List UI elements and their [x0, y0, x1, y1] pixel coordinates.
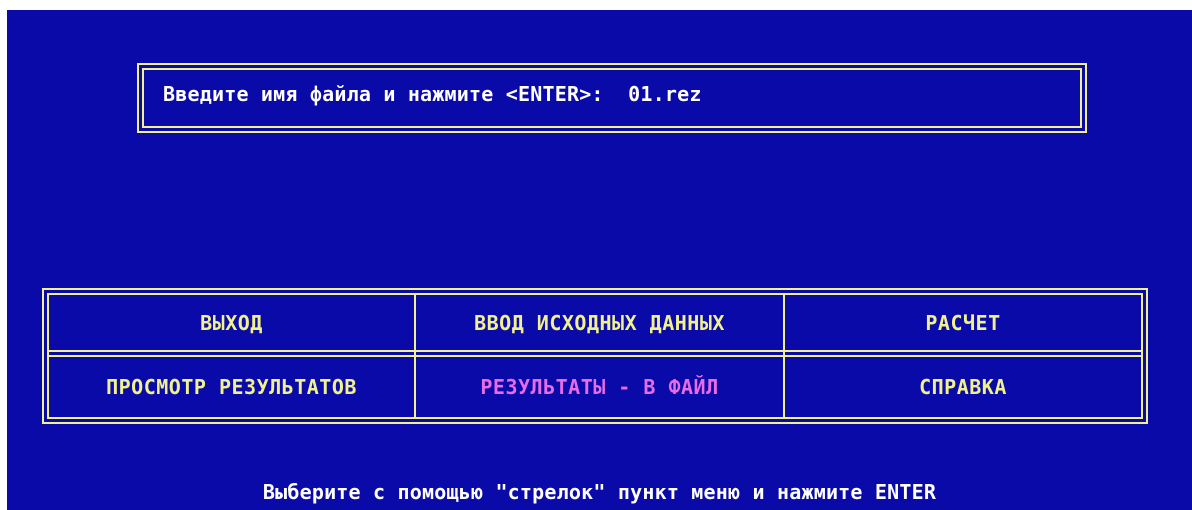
menu-item-exit[interactable]: ВЫХОД — [49, 295, 414, 350]
filename-prompt-box: Введите имя файла и нажмите <ENTER>: 01.… — [137, 63, 1087, 133]
menu-item-calculate[interactable]: РАСЧЕТ — [785, 295, 1141, 350]
status-hint: Выберите с помощью "стрелок" пункт меню … — [262, 480, 937, 504]
menu-item-input-data[interactable]: ВВОД ИСХОДНЫХ ДАННЫХ — [416, 295, 783, 350]
menu-item-view-results[interactable]: ПРОСМОТР РЕЗУЛЬТАТОВ — [49, 357, 414, 417]
filename-prompt: Введите имя файла и нажмите <ENTER>: 01.… — [163, 82, 702, 106]
filename-input[interactable]: 01.rez — [628, 82, 701, 106]
main-menu: ВЫХОД ВВОД ИСХОДНЫХ ДАННЫХ РАСЧЕТ ПРОСМО… — [42, 288, 1148, 424]
filename-prompt-label: Введите имя файла и нажмите <ENTER>: — [163, 82, 604, 106]
menu-row-divider — [49, 350, 1141, 357]
menu-item-results-to-file[interactable]: РЕЗУЛЬТАТЫ - В ФАЙЛ — [416, 357, 783, 417]
dos-screen: Введите имя файла и нажмите <ENTER>: 01.… — [7, 10, 1192, 510]
menu-item-help[interactable]: СПРАВКА — [785, 357, 1141, 417]
